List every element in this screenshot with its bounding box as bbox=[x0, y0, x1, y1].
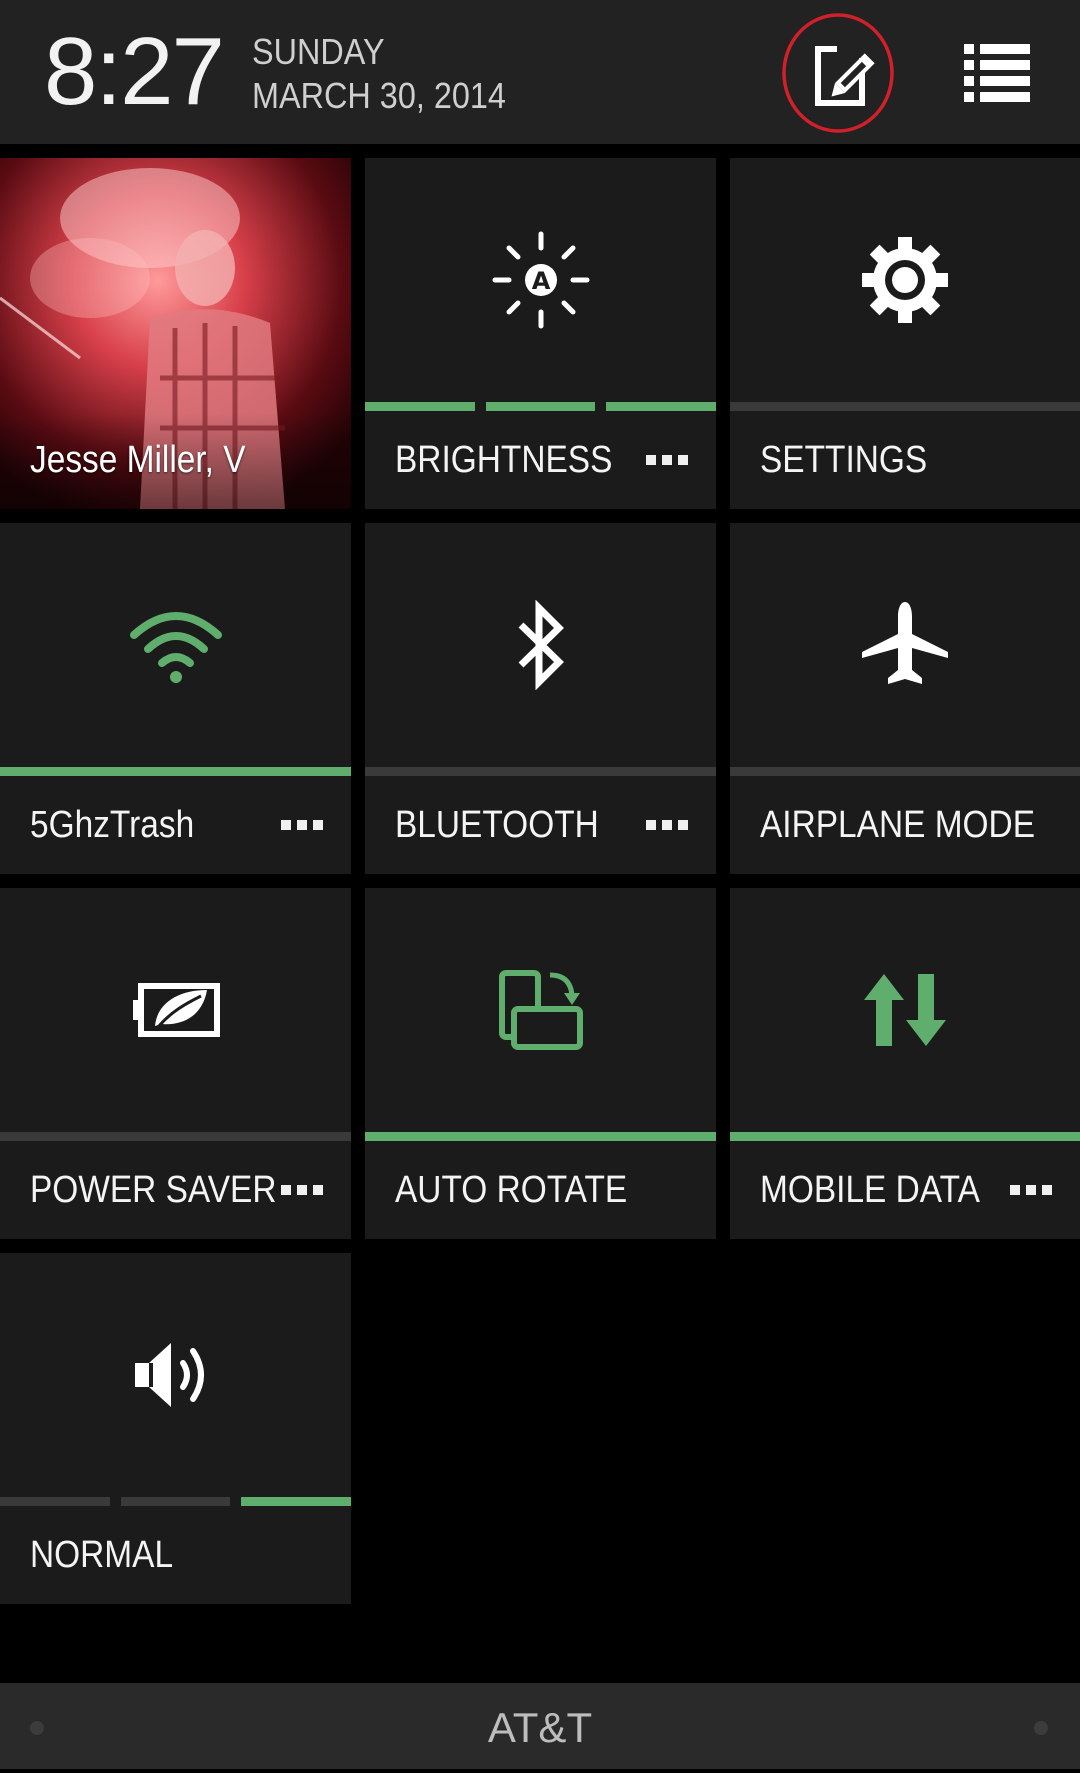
brightness-more-button[interactable] bbox=[646, 411, 688, 509]
day-label: SUNDAY bbox=[252, 31, 385, 72]
bluetooth-label: BLUETOOTH bbox=[395, 804, 599, 846]
power-saver-label: POWER SAVER bbox=[30, 1169, 277, 1211]
svg-text:A: A bbox=[531, 267, 550, 295]
brightness-level-bar bbox=[365, 402, 716, 411]
date-label: MARCH 30, 2014 bbox=[252, 75, 506, 116]
status-header: 8:27 SUNDAY MARCH 30, 2014 bbox=[0, 0, 1080, 144]
bluetooth-more-button[interactable] bbox=[646, 776, 688, 874]
contact-tile[interactable]: Jesse Miller, V bbox=[0, 158, 351, 509]
wifi-label: 5GhzTrash bbox=[30, 804, 195, 846]
bluetooth-tile[interactable]: BLUETOOTH bbox=[365, 523, 716, 874]
airplane-icon bbox=[862, 602, 948, 684]
mobile-data-tile[interactable]: MOBILE DATA bbox=[730, 888, 1080, 1239]
speaker-icon bbox=[134, 1343, 204, 1407]
auto-rotate-label: AUTO ROTATE bbox=[395, 1169, 628, 1211]
power-saver-more-button[interactable] bbox=[281, 1141, 323, 1239]
bluetooth-status-bar bbox=[365, 767, 716, 776]
airplane-mode-tile[interactable]: AIRPLANE MODE bbox=[730, 523, 1080, 874]
auto-brightness-icon: A bbox=[492, 231, 589, 329]
sound-level-bar bbox=[0, 1497, 351, 1506]
edit-pencil-icon bbox=[782, 13, 894, 133]
power-saver-status-bar bbox=[0, 1132, 351, 1141]
power-saver-icon bbox=[132, 983, 220, 1037]
wifi-more-button[interactable] bbox=[281, 776, 323, 874]
carrier-bar: AT&T bbox=[0, 1683, 1080, 1769]
settings-tile[interactable]: SETTINGS bbox=[730, 158, 1080, 509]
sound-profile-label: NORMAL bbox=[30, 1534, 174, 1576]
bluetooth-icon bbox=[518, 600, 564, 690]
auto-rotate-tile[interactable]: AUTO ROTATE bbox=[365, 888, 716, 1239]
settings-label: SETTINGS bbox=[760, 439, 928, 481]
wifi-status-bar bbox=[0, 767, 351, 776]
contact-name: Jesse Miller, V bbox=[30, 439, 246, 481]
power-saver-tile[interactable]: POWER SAVER bbox=[0, 888, 351, 1239]
mobile-data-more-button[interactable] bbox=[1010, 1141, 1052, 1239]
clock-time: 8:27 bbox=[44, 18, 225, 125]
mobile-data-status-bar bbox=[730, 1132, 1080, 1141]
auto-rotate-status-bar bbox=[365, 1132, 716, 1141]
airplane-status-bar bbox=[730, 767, 1080, 776]
sound-profile-tile[interactable]: NORMAL bbox=[0, 1253, 351, 1604]
page-indicator-right bbox=[1034, 1721, 1048, 1735]
gear-icon bbox=[862, 237, 948, 323]
mobile-data-label: MOBILE DATA bbox=[760, 1169, 980, 1211]
wifi-icon bbox=[129, 612, 222, 683]
settings-bar bbox=[730, 402, 1080, 411]
date-display: SUNDAY MARCH 30, 2014 bbox=[252, 30, 534, 118]
auto-rotate-icon bbox=[498, 970, 583, 1050]
airplane-label: AIRPLANE MODE bbox=[760, 804, 1036, 846]
edit-tiles-button[interactable] bbox=[782, 12, 894, 134]
notification-list-button[interactable] bbox=[962, 40, 1034, 104]
brightness-label: BRIGHTNESS bbox=[395, 439, 613, 481]
brightness-tile[interactable]: A BRIGHTNESS bbox=[365, 158, 716, 509]
wifi-tile[interactable]: 5GhzTrash bbox=[0, 523, 351, 874]
list-menu-icon bbox=[964, 44, 1030, 102]
carrier-name: AT&T bbox=[487, 1704, 593, 1751]
mobile-data-icon bbox=[864, 974, 946, 1046]
